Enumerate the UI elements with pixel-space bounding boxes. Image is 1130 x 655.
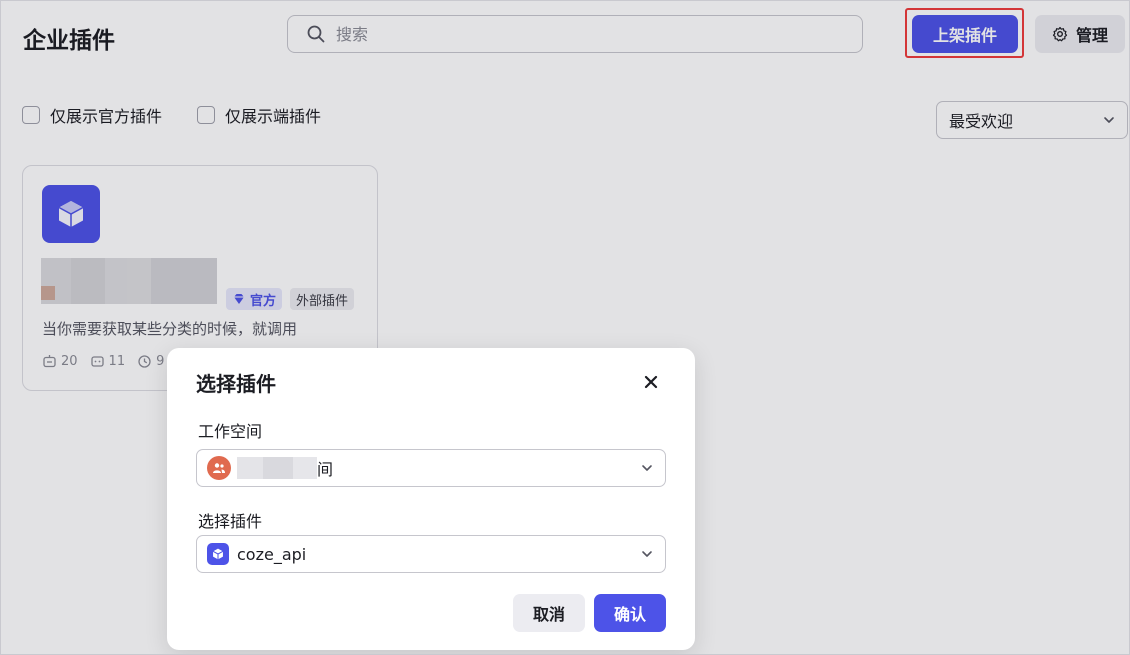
cube-icon — [207, 543, 229, 565]
select-plugin-dialog: 选择插件 工作空间 间 选择插件 coze_api 取消 确认 — [167, 348, 695, 650]
close-icon[interactable] — [640, 371, 662, 393]
workspace-value-suffix: 间 — [317, 460, 334, 479]
plugin-select[interactable]: coze_api — [196, 535, 666, 573]
team-icon — [207, 456, 231, 480]
dialog-title: 选择插件 — [196, 372, 276, 396]
chevron-down-icon — [642, 465, 652, 471]
plugin-label: 选择插件 — [198, 512, 263, 531]
app-window: 企业插件 上架插件 管理 仅展示官方插件 仅展示端插件 最受欢迎 — [0, 0, 1130, 655]
confirm-button[interactable]: 确认 — [594, 594, 666, 632]
workspace-name-redacted — [237, 457, 317, 479]
chevron-down-icon — [642, 551, 652, 557]
cancel-button[interactable]: 取消 — [513, 594, 585, 632]
workspace-label: 工作空间 — [198, 422, 263, 441]
plugin-value: coze_api — [237, 544, 307, 564]
workspace-select[interactable]: 间 — [196, 449, 666, 487]
